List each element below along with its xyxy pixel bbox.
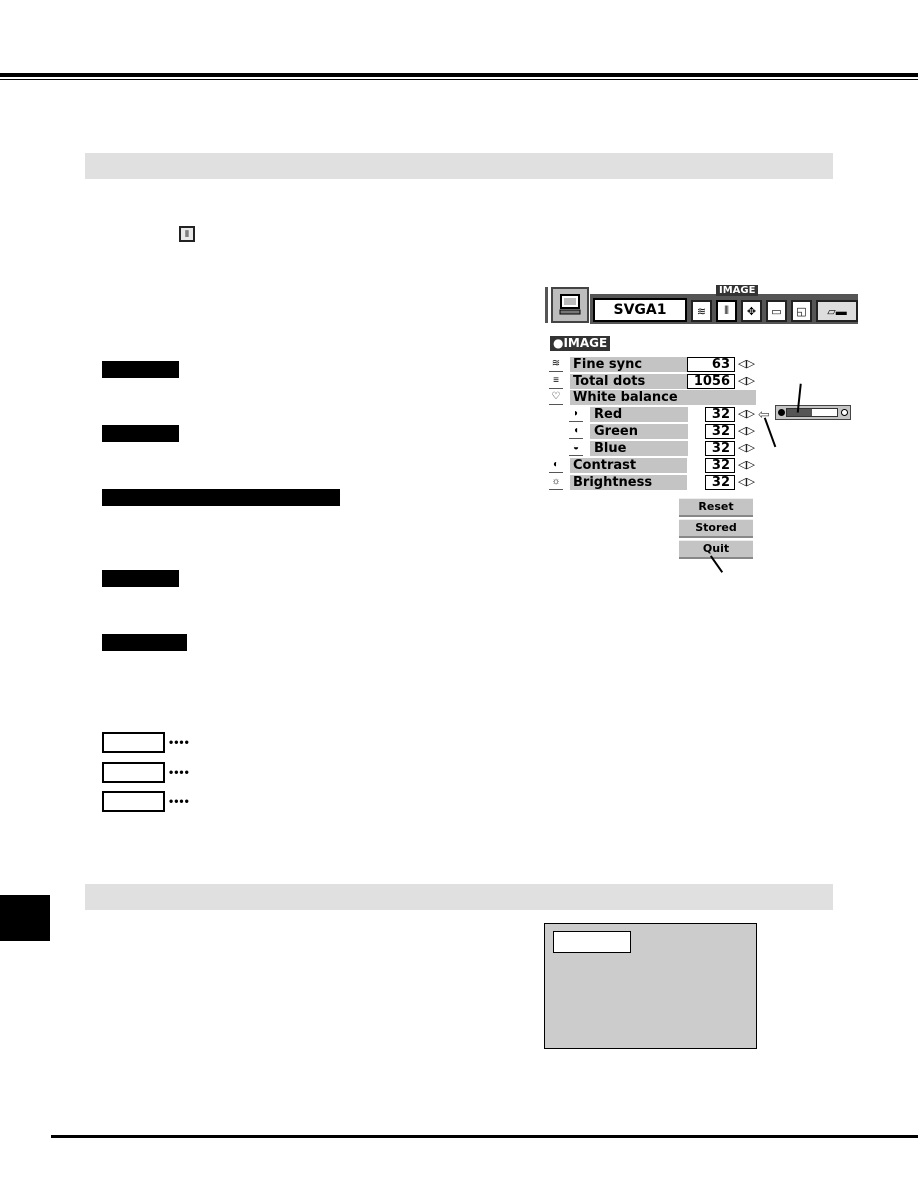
slider-fill <box>787 409 812 416</box>
screen-display-illustration <box>544 923 757 1049</box>
screen-label-box <box>553 931 631 953</box>
setting-icon[interactable]: ▱▬ <box>816 300 858 322</box>
header-rule-thin <box>0 79 918 80</box>
adjust-arrows-icon[interactable]: ◁▷ <box>738 458 755 473</box>
image-adjust-icon[interactable]: ⦀ <box>716 300 737 322</box>
row-value: 32 <box>705 424 735 439</box>
row-value: 63 <box>687 357 735 372</box>
adjust-arrows-icon[interactable]: ◁▷ <box>738 357 755 372</box>
osd-title: ●IMAGE <box>550 336 611 351</box>
pointer-arrow-icon: ⇦ <box>758 406 770 422</box>
input-mode-display: SVGA1 <box>593 298 687 322</box>
row-label: Blue <box>590 441 688 456</box>
blue-icon: ◒ <box>569 441 583 456</box>
header-rule-thick <box>0 73 918 77</box>
slider-track[interactable] <box>786 408 838 417</box>
position-icon[interactable]: ✥ <box>741 300 762 322</box>
screen-icon[interactable]: ◱ <box>791 300 812 322</box>
leader-dots: •••• <box>169 735 190 749</box>
callout-line <box>764 417 777 448</box>
slider-min-icon <box>778 409 785 416</box>
option-box-stored <box>102 762 165 783</box>
label-box-1 <box>102 361 179 378</box>
label-box-3 <box>102 489 340 506</box>
section-header-bar-2 <box>85 884 833 910</box>
reset-button[interactable]: Reset <box>679 498 753 517</box>
brightness-icon: ☼ <box>549 475 563 490</box>
row-label: Total dots <box>570 374 687 389</box>
row-value: 1056 <box>687 374 735 389</box>
row-value: 32 <box>705 458 735 473</box>
row-label: Fine sync <box>570 357 687 372</box>
adjust-arrows-icon[interactable]: ◁▷ <box>738 475 755 490</box>
quit-button[interactable]: Quit <box>679 540 753 559</box>
stored-button[interactable]: Stored <box>679 519 753 538</box>
fine-sync-icon[interactable]: ≋ <box>691 300 712 322</box>
level-slider[interactable] <box>775 405 851 420</box>
option-box-quit <box>102 791 165 812</box>
row-value: 32 <box>705 441 735 456</box>
menu-bar-edge <box>545 287 548 323</box>
adjust-arrows-icon[interactable]: ◁▷ <box>738 424 755 439</box>
row-value: 32 <box>705 407 735 422</box>
adjust-arrows-icon[interactable]: ◁▷ <box>738 441 755 456</box>
adjust-arrows-icon[interactable]: ◁▷ <box>738 374 755 389</box>
label-box-2 <box>102 425 179 442</box>
row-label: White balance <box>570 390 756 405</box>
adjust-arrows-icon[interactable]: ◁▷ <box>738 407 755 422</box>
row-label: Green <box>590 424 688 439</box>
monitor-icon[interactable] <box>551 287 589 323</box>
row-value: 32 <box>705 475 735 490</box>
label-box-4 <box>102 570 179 587</box>
leader-dots: •••• <box>169 794 190 808</box>
label-box-5 <box>102 634 187 651</box>
footer-rule <box>51 1135 918 1138</box>
option-box-reset <box>102 732 165 753</box>
section-header-bar-1 <box>85 153 833 179</box>
side-tab-marker <box>0 895 50 941</box>
contrast-icon: ◐ <box>549 458 563 473</box>
image-adjust-icon: ⦀ <box>179 226 195 242</box>
row-label: Brightness <box>570 475 687 490</box>
green-icon: ◖ <box>569 424 583 439</box>
red-icon: ◗ <box>569 407 583 422</box>
fine-sync-icon: ≋ <box>549 357 563 372</box>
leader-dots: •••• <box>169 765 190 779</box>
slider-max-icon <box>841 409 848 416</box>
row-label: Contrast <box>570 458 687 473</box>
pc-adjust-icon[interactable]: ▭ <box>766 300 787 322</box>
white-balance-icon: ♡ <box>549 390 563 405</box>
total-dots-icon: ≡ <box>549 374 563 389</box>
row-label: Red <box>590 407 688 422</box>
tooltip-label: IMAGE <box>716 285 759 296</box>
